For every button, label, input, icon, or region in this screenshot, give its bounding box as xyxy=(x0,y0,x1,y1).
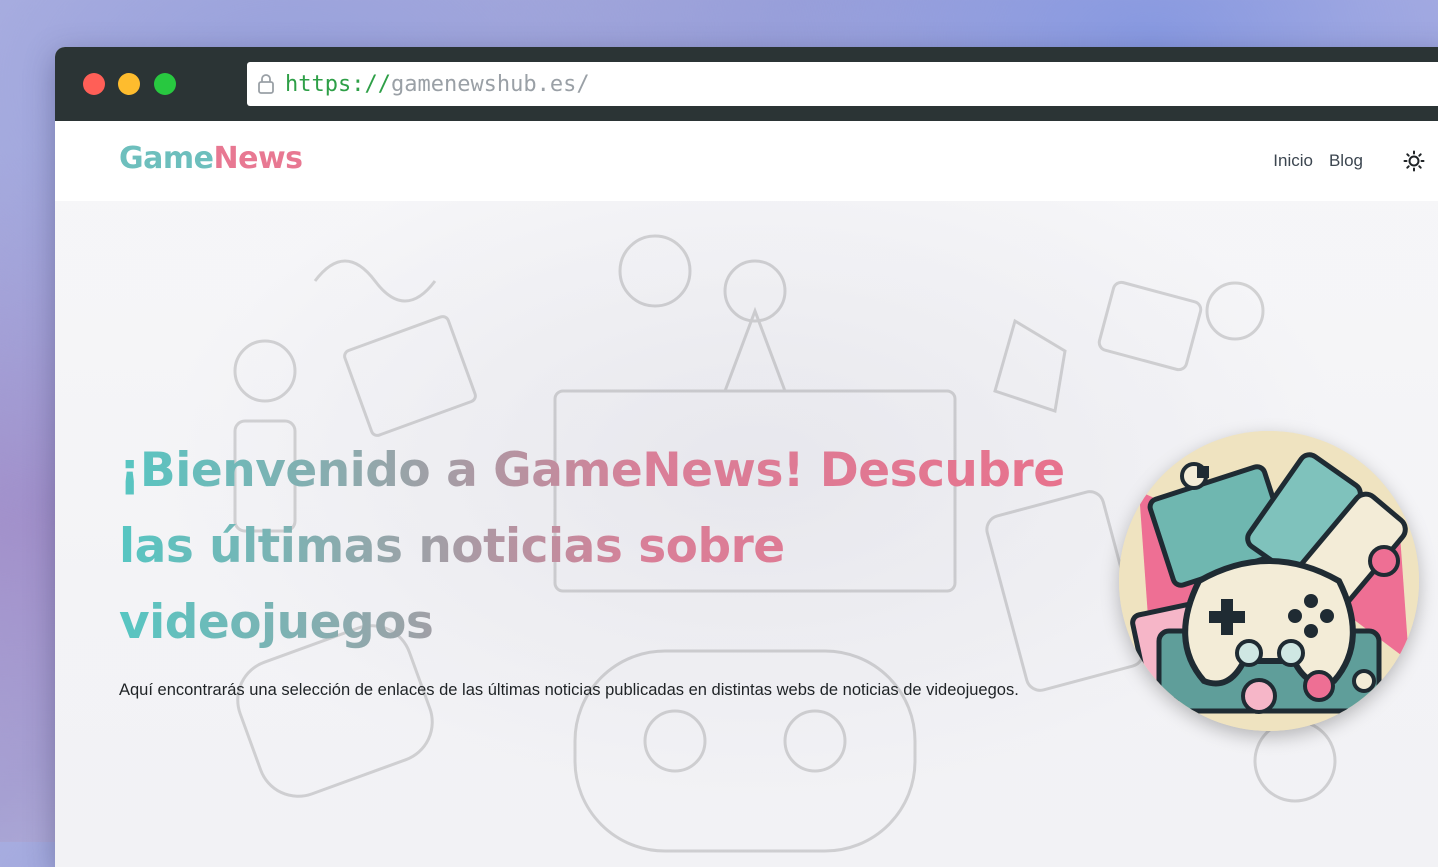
site-navbar: GameNews Inicio Blog xyxy=(55,121,1438,201)
nav-link-inicio[interactable]: Inicio xyxy=(1273,151,1313,171)
nav-links: Inicio Blog xyxy=(1273,151,1363,171)
gamepad-illustration-art xyxy=(1119,431,1419,731)
hero-subtitle: Aquí encontrarás una selección de enlace… xyxy=(119,681,1019,699)
address-bar[interactable]: https://gamenewshub.es/ xyxy=(247,62,1438,106)
hero-headline: ¡Bienvenido a GameNews! Descubre las últ… xyxy=(119,433,1079,661)
site-logo[interactable]: GameNews xyxy=(119,141,303,176)
gamepad-illustration xyxy=(1119,431,1419,731)
logo-part-news: News xyxy=(213,141,303,176)
hero-section: ¡Bienvenido a GameNews! Descubre las últ… xyxy=(55,201,1438,867)
url-host: gamenewshub.es/ xyxy=(390,71,590,97)
sun-icon[interactable] xyxy=(1403,150,1425,172)
browser-window: https://gamenewshub.es/ GameNews Inicio … xyxy=(55,47,1438,867)
nav-link-blog[interactable]: Blog xyxy=(1329,151,1363,171)
browser-titlebar: https://gamenewshub.es/ xyxy=(55,47,1438,121)
close-window-button[interactable] xyxy=(83,73,105,95)
logo-part-game: Game xyxy=(119,141,214,176)
web-page: GameNews Inicio Blog ¡Bienvenido a GameN… xyxy=(55,121,1438,867)
minimize-window-button[interactable] xyxy=(118,73,140,95)
lock-icon xyxy=(258,74,274,94)
url-protocol: https:// xyxy=(285,71,391,97)
maximize-window-button[interactable] xyxy=(154,73,176,95)
